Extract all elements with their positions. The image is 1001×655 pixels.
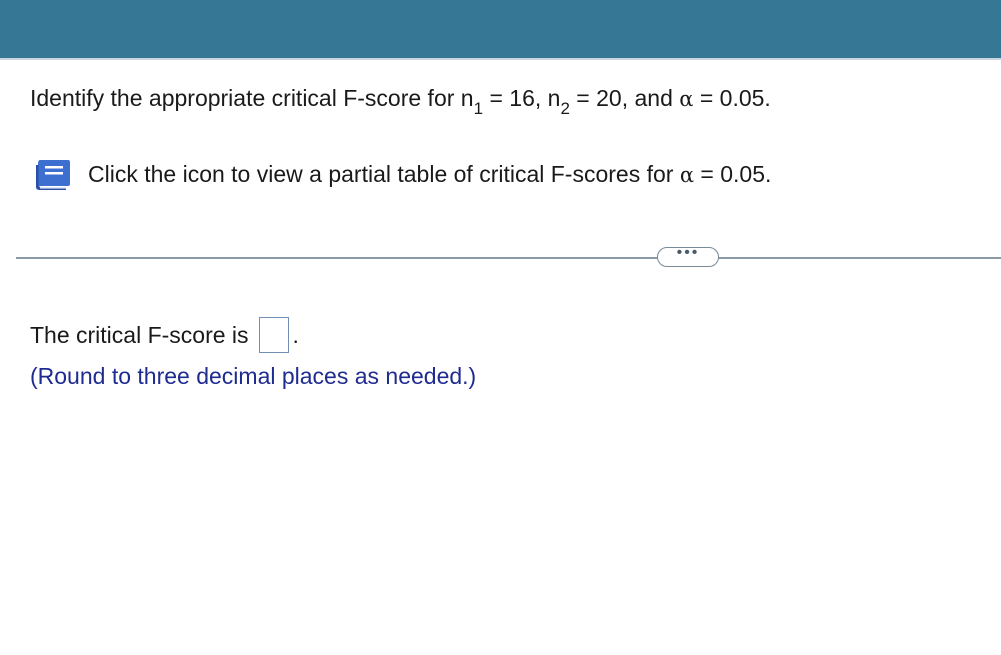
section-divider (16, 257, 1001, 259)
n1-subscript: 1 (473, 98, 484, 118)
hint-row: Click the icon to view a partial table o… (30, 157, 771, 191)
top-banner (0, 0, 1001, 60)
question-n1-value: = 16, n (483, 85, 561, 111)
question-alpha-value: = 0.05. (693, 85, 771, 111)
n2-subscript: 2 (560, 98, 570, 118)
hint-alpha-symbol: α (679, 162, 695, 187)
book-icon[interactable] (30, 157, 74, 191)
question-n2-value: = 20, and (569, 85, 680, 111)
rounding-instruction: (Round to three decimal places as needed… (30, 363, 477, 389)
hint-alpha-value: = 0.05. (694, 160, 772, 187)
hint-text-main: Click the icon to view a partial table o… (88, 160, 680, 187)
answer-prompt: The critical F-score is (30, 322, 249, 348)
alpha-symbol: α (679, 87, 694, 111)
answer-input-box[interactable] (258, 317, 289, 353)
answer-row: The critical F-score is . (30, 317, 299, 353)
answer-suffix: . (292, 322, 299, 348)
hint-text: Click the icon to view a partial table o… (88, 160, 771, 189)
question-text: Identify the appropriate critical F-scor… (30, 84, 771, 117)
more-options-button[interactable]: ••• (657, 245, 719, 267)
question-intro: Identify the appropriate critical F-scor… (30, 85, 474, 111)
